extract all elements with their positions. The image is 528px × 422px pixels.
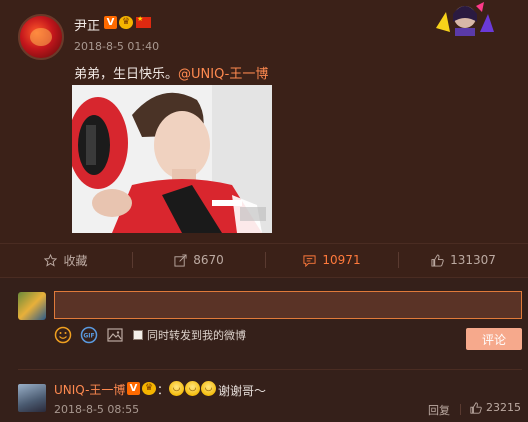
svg-text:GIF: GIF — [83, 333, 94, 340]
crown-badge-icon: ♛ — [142, 382, 156, 395]
divider — [460, 404, 461, 415]
smile-emoji-icon: ◡ — [169, 381, 184, 396]
author-name[interactable]: 尹正 — [74, 15, 100, 34]
like-action[interactable]: 131307 — [399, 244, 528, 276]
commenter-avatar[interactable] — [18, 384, 46, 412]
gif-icon[interactable]: GIF — [80, 326, 98, 344]
thumbs-up-icon — [431, 253, 444, 267]
post-photo[interactable] — [72, 85, 272, 233]
share-count: 8670 — [193, 253, 224, 267]
comment-count: 10971 — [322, 253, 361, 267]
china-flag-icon — [136, 15, 151, 28]
smile-emoji-icon: ◡ — [201, 381, 216, 396]
crown-badge-icon: ♛ — [119, 16, 133, 29]
reply-button[interactable]: 回复 — [428, 402, 450, 418]
divider — [18, 369, 522, 370]
mention-link[interactable]: @UNIQ-王一博 — [178, 67, 268, 82]
favorite-action[interactable]: 收藏 — [0, 244, 132, 276]
current-user-avatar[interactable] — [18, 292, 46, 320]
commenter-name[interactable]: UNIQ-王一博 — [54, 381, 125, 398]
action-bar: 收藏 8670 10971 131307 — [0, 244, 528, 276]
star-icon — [44, 253, 58, 267]
share-action[interactable]: 8670 — [133, 244, 265, 276]
favorite-label: 收藏 — [63, 253, 88, 268]
comment-colon: ： — [157, 383, 170, 397]
comment-like-button[interactable]: 23215 — [470, 401, 521, 414]
comment-input[interactable] — [54, 291, 522, 319]
emoji-icon[interactable] — [54, 326, 72, 344]
submit-comment-button[interactable]: 评论 — [466, 328, 522, 350]
author-avatar[interactable] — [18, 14, 64, 60]
thumbs-up-icon — [470, 401, 482, 414]
like-count: 131307 — [450, 253, 496, 267]
repost-label: 同时转发到我的微博 — [147, 329, 246, 342]
comment-like-count: 23215 — [486, 401, 521, 414]
repost-checkbox[interactable] — [133, 330, 143, 340]
verified-badge-icon: V — [127, 382, 140, 395]
post-timestamp[interactable]: 2018-8-5 01:40 — [74, 40, 159, 53]
comment-text: 谢谢哥～ — [218, 384, 267, 398]
share-icon — [174, 253, 187, 267]
post-text: 弟弟，生日快乐。@UNIQ-王一博 — [74, 63, 268, 82]
comment-icon — [303, 254, 316, 267]
image-icon[interactable] — [106, 326, 124, 344]
comment-action[interactable]: 10971 — [266, 244, 398, 276]
comment-timestamp: 2018-8-5 08:55 — [54, 403, 140, 416]
verified-badge-icon: V — [104, 16, 117, 29]
smile-emoji-icon: ◡ — [185, 381, 200, 396]
decorative-sticker-icon — [436, 2, 494, 36]
post-text-body: 弟弟，生日快乐。 — [74, 67, 179, 82]
